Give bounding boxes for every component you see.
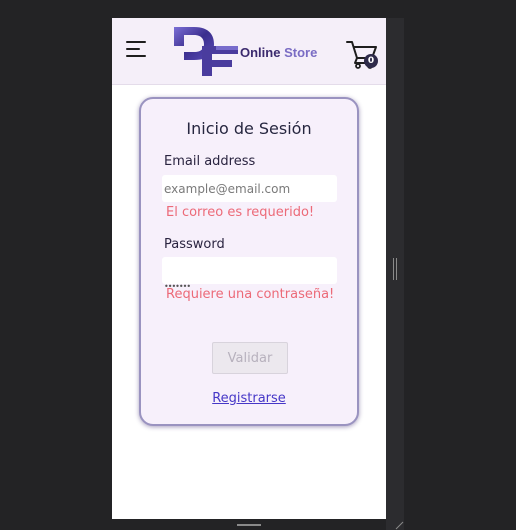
cart-count-badge: 0 [364,54,378,68]
logo-word-online: Online [240,45,281,60]
menu-icon[interactable] [126,40,148,58]
top-navbar: Online Store 0 [112,18,386,85]
viewport-bottom-resize-handle[interactable] [237,524,261,526]
login-card: Inicio de Sesión Email address El correo… [139,97,359,426]
validate-button[interactable]: Validar [212,342,288,374]
email-label: Email address [164,154,256,169]
viewport-resize-handle[interactable] [393,258,397,280]
email-input[interactable] [162,175,337,202]
register-link[interactable]: Registrarse [141,391,357,406]
logo-mark-icon [174,27,238,76]
mobile-viewport: Online Store 0 Inicio de Sesión Email ad… [112,18,386,519]
corner-resize-grip-icon[interactable] [394,520,404,530]
password-input[interactable] [162,257,337,284]
password-label: Password [164,237,225,252]
logo-text: Online Store [240,45,317,60]
login-title: Inicio de Sesión [186,119,312,138]
logo-word-store: Store [284,45,318,60]
password-error-message: Requiere una contraseña! [166,287,335,302]
email-error-message: El correo es requerido! [166,205,315,220]
